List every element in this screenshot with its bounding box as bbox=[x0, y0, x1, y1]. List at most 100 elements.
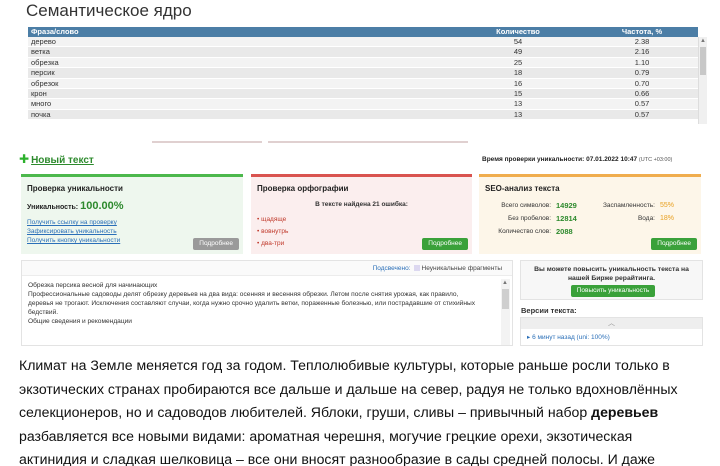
uniqueness-value: 100.00% bbox=[80, 200, 124, 212]
scrollbar-thumb[interactable] bbox=[502, 289, 509, 309]
spelling-error-item[interactable]: вовнутрь bbox=[257, 228, 288, 235]
cell-phrase: персик bbox=[31, 68, 55, 78]
editor-line: Профессиональные садоводы делят обрезку … bbox=[28, 291, 459, 298]
versions-title: Версии текста: bbox=[521, 306, 577, 315]
article-line: селекционеров, но и садоводов любителей.… bbox=[19, 401, 719, 425]
table-row: почка 13 0.57 bbox=[28, 109, 698, 121]
spam-label: Заспамленность: bbox=[602, 202, 655, 209]
cell-phrase: крон bbox=[31, 88, 47, 98]
table-body: дерево 54 2.38 ветка 49 2.16 обрезка 25 1.10 п… bbox=[28, 37, 698, 121]
fix-uniqueness-link[interactable]: Зафиксировать уникальность bbox=[27, 228, 117, 235]
promo-text-line: нашей Бирже рерайтинга. bbox=[567, 275, 656, 282]
spelling-card: Проверка орфографии В тексте найдена 21 … bbox=[251, 174, 472, 254]
get-uniqueness-button-link[interactable]: Получить кнопку уникальности bbox=[27, 237, 120, 244]
scroll-up-arrow-icon[interactable]: ▲ bbox=[700, 38, 706, 44]
check-time-label: Время проверки уникальности: 07.01.2022 … bbox=[482, 156, 638, 163]
cell-count: 49 bbox=[513, 47, 523, 57]
spelling-details-button[interactable]: Подробнее bbox=[422, 238, 468, 250]
check-time: Время проверки уникальности: 07.01.2022 … bbox=[482, 156, 672, 163]
editor-scrollbar[interactable]: ▲ bbox=[501, 279, 510, 345]
column-header-phrase[interactable]: Фраза/слово bbox=[31, 27, 79, 37]
versions-list: ︿ ▸ 6 минут назад (uni: 100%) bbox=[520, 317, 703, 346]
editor-line: Обрезка персика весной для начинающих bbox=[28, 282, 158, 289]
cell-count: 18 bbox=[513, 68, 523, 78]
spelling-errors-count: В тексте найдена 21 ошибка: bbox=[315, 201, 408, 208]
uniqueness-details-button[interactable]: Подробнее bbox=[193, 238, 239, 250]
cell-frequency: 1.10 bbox=[634, 57, 650, 67]
article-line: Климат на Земле меняется год за годом. Т… bbox=[19, 357, 670, 373]
table-header: Фраза/слово Количество Частота, % bbox=[28, 27, 698, 37]
version-item-label: 6 минут назад (uni: 100%) bbox=[532, 334, 610, 341]
article-line-text: селекционеров, но и садоводов любителей.… bbox=[19, 404, 588, 420]
cell-frequency: 0.79 bbox=[634, 68, 650, 78]
cell-frequency: 0.70 bbox=[634, 78, 650, 88]
word-count-value: 2088 bbox=[556, 227, 573, 236]
table-row: дерево 54 2.38 bbox=[28, 37, 698, 48]
total-chars-value: 14929 bbox=[556, 201, 577, 210]
cell-phrase: обрезок bbox=[31, 78, 59, 88]
article-line: актинидия и сладкая шелковица – все они … bbox=[19, 451, 655, 466]
editor-line: бедствий. bbox=[28, 309, 59, 316]
no-spaces-label: Без пробелов: bbox=[507, 215, 551, 222]
water-label: Вода: bbox=[637, 215, 655, 222]
spelling-error-item[interactable]: щадяще bbox=[257, 216, 286, 223]
total-chars-label: Всего символов: bbox=[501, 202, 551, 209]
cell-phrase: много bbox=[31, 99, 52, 109]
semantic-core-table: Фраза/слово Количество Частота, % дерево… bbox=[28, 27, 708, 124]
table-row: обрезок 16 0.70 bbox=[28, 78, 698, 89]
uniqueness-card: Проверка уникальности Уникальность: 100.0… bbox=[21, 174, 243, 254]
plus-icon: ✚ bbox=[19, 152, 30, 166]
water-value: 18% bbox=[660, 215, 675, 222]
column-header-frequency[interactable]: Частота, % bbox=[588, 27, 696, 37]
article-keyword: деревьев bbox=[591, 404, 659, 420]
scroll-up-arrow-icon[interactable]: ▲ bbox=[502, 280, 508, 286]
versions-scroll-up-icon[interactable]: ︿ bbox=[521, 318, 702, 329]
divider bbox=[268, 141, 468, 143]
article-text: Климат на Земле меняется год за годом. Т… bbox=[19, 354, 719, 466]
new-text-link[interactable]: ✚ Новый текст bbox=[19, 152, 94, 166]
highlight-item: Неуникальные фрагменты bbox=[421, 265, 502, 272]
no-spaces-value: 12814 bbox=[556, 214, 577, 223]
spam-value: 55% bbox=[660, 202, 675, 209]
cell-count: 25 bbox=[513, 57, 523, 67]
editor-header: Подсвечено: Неуникальные фрагменты bbox=[22, 261, 512, 276]
uniqueness-result: Уникальность: 100.00% bbox=[27, 200, 124, 212]
table-scrollbar[interactable]: ▲ bbox=[698, 37, 707, 124]
table-row: много 13 0.57 bbox=[28, 99, 698, 110]
cell-count: 13 bbox=[513, 99, 523, 109]
check-time-timezone: (UTC +03:00) bbox=[638, 157, 673, 163]
divider bbox=[152, 141, 262, 143]
seo-details-button[interactable]: Подробнее bbox=[651, 238, 697, 250]
spelling-error-item[interactable]: два-три bbox=[257, 240, 284, 247]
column-header-count[interactable]: Количество bbox=[448, 27, 588, 37]
cell-count: 13 bbox=[513, 109, 523, 119]
cell-frequency: 0.57 bbox=[634, 109, 650, 119]
article-line: разбавляется все новыми видами: ароматна… bbox=[19, 427, 633, 444]
uniqueness-label: Уникальность: bbox=[27, 204, 79, 211]
table-row: персик 18 0.79 bbox=[28, 68, 698, 79]
cell-frequency: 0.57 bbox=[634, 99, 650, 109]
table-row: обрезка 25 1.10 bbox=[28, 57, 698, 69]
cell-count: 16 bbox=[513, 78, 523, 88]
semantic-core-section: Семантическое ядро Фраза/слово Количеств… bbox=[0, 0, 720, 124]
editor-text[interactable]: Обрезка персика весной для начинающих Пр… bbox=[28, 281, 498, 326]
new-text-label: Новый текст bbox=[31, 155, 94, 166]
semantic-core-title: Семантическое ядро bbox=[26, 1, 192, 20]
cell-count: 15 bbox=[513, 88, 523, 98]
article-line: экзотических странах пробираются все дал… bbox=[19, 380, 678, 397]
highlight-legend: Подсвечено: Неуникальные фрагменты bbox=[373, 265, 502, 272]
cell-frequency: 2.38 bbox=[634, 37, 650, 46]
scrollbar-thumb[interactable] bbox=[700, 47, 706, 75]
highlight-label: Подсвечено: bbox=[372, 265, 411, 272]
spelling-title: Проверка орфографии bbox=[257, 184, 349, 193]
editor-line: деревья не трогают. Исключения составляю… bbox=[28, 300, 476, 307]
cell-frequency: 2.16 bbox=[634, 47, 650, 57]
get-check-link[interactable]: Получить ссылку на проверку bbox=[27, 219, 117, 226]
seo-title: SEO-анализ текста bbox=[485, 184, 560, 193]
seo-card: SEO-анализ текста Всего символов: 14929 … bbox=[479, 174, 701, 254]
highlight-swatch bbox=[413, 265, 420, 271]
version-item[interactable]: ▸ 6 минут назад (uni: 100%) bbox=[527, 333, 610, 341]
cell-phrase: дерево bbox=[31, 37, 56, 46]
text-editor[interactable]: Подсвечено: Неуникальные фрагменты Обрезк… bbox=[21, 260, 513, 346]
increase-uniqueness-button[interactable]: Повысить уникальность bbox=[571, 285, 655, 297]
